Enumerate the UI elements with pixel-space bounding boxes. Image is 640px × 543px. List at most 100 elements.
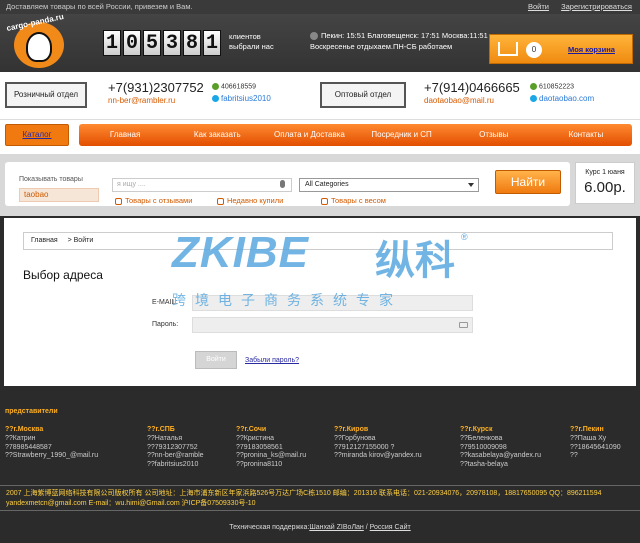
chevron-down-icon [468,183,474,187]
watermark-subtitle: 跨境电子商务系统专家 [172,292,402,308]
breadcrumb-current: > Войти [67,237,94,244]
nav-item-reviews[interactable]: Отзывы [448,124,540,146]
retail-qq-number: 406618559 [221,83,257,91]
forgot-password-link[interactable]: Забыли пароль? [245,357,299,364]
rep-name: ??Беленкова [460,434,503,442]
filter-reviews-label: Товары с отзывами [125,196,193,205]
category-value: All Categories [305,181,349,188]
checkbox-icon [217,197,224,205]
nav-item-payment-delivery[interactable]: Оплата и Доставка [263,124,355,146]
copyright-line-2: yandexmetcn@gmail.com E-mail：wu.himi@Gma… [6,500,256,507]
nav-item-how-to-order[interactable]: Как заказать [171,124,263,146]
microphone-icon[interactable] [280,180,285,188]
skype-icon [530,95,537,103]
rep-name: ??Катрин [5,434,36,442]
nav-item-contacts[interactable]: Контакты [540,124,632,146]
filter-weight-label: Товары с весом [331,196,386,205]
watermark-brand: ZKIBE [172,228,309,277]
rep-email[interactable]: ??Strawberry_1990_@mail.ru [5,452,109,461]
register-link[interactable]: Зарегистрироваться [561,2,632,11]
representatives-title: представители [5,408,58,415]
search-input[interactable]: я ищу .... [112,178,292,192]
rep-phone: ?79183058561 [236,443,283,451]
category-select[interactable]: All Categories [299,178,479,192]
rep-email[interactable]: ??pronina_ks@mail.ru [236,452,340,461]
rep-beijing: ??г.Пекин ??Паша Ху ??18645641090 ?? [570,426,638,461]
counter-digit: 8 [183,30,201,56]
contacts-bar: Розничный отдел +7(931)2307752 nn-ber@ra… [0,72,640,120]
nav-item-intermediary[interactable]: Посредник и СП [356,124,448,146]
tech-support: Техническая поддержка:Шанхай ZIBoЛан / Р… [0,524,640,531]
rep-skype: ??tasha-belaya [460,461,508,469]
cart-count: 0 [526,42,542,58]
filter-recent-label: Недавно купили [227,196,284,205]
cart-icon [498,42,518,56]
login-button[interactable]: Войти [195,351,237,369]
rep-city: ??г.Сочи [236,426,267,433]
auth-links: Войти Зарегистрироваться [518,0,632,14]
filter-with-reviews[interactable]: Товары с отзывами [115,196,192,205]
support-link-russia[interactable]: Россия Сайт [370,524,411,531]
top-bar: Доставляем товары по всей России, привез… [0,0,640,14]
qq-icon [530,83,537,90]
header: cargo-panda.ru 1 0 5 3 8 1 клиентов выбр… [0,12,640,72]
watermark-registered: ® [461,232,468,242]
breadcrumb: Главная > Войти [23,232,613,250]
rep-phone: ?78985448587 [5,443,52,451]
rep-city: ??г.Москва [5,426,44,433]
rep-sochi: ??г.Сочи ??Кристина ?79183058561 ??proni… [236,426,340,470]
rep-city: ??г.Пекин [570,426,604,433]
counter-digit: 1 [203,30,221,56]
password-label: Пароль: [152,321,179,328]
breadcrumb-home[interactable]: Главная [31,237,58,244]
search-panel: Показывать товары taobao я ищу .... All … [5,162,570,206]
wholesale-qq-number: 610852223 [539,83,575,91]
copyright-line-1: 2007 上海紫博蓝网络科技有限公司版权所有 公司地址：上海市浦东新区年家浜路5… [6,490,602,497]
support-link-shanghai[interactable]: Шанхай ZIBoЛан [309,524,363,531]
cart-label[interactable]: Моя корзина [568,45,615,54]
delivery-notice: Доставляем товары по всей России, привез… [6,2,193,11]
password-field[interactable] [192,317,473,333]
counter-digit: 3 [163,30,181,56]
source-label: Показывать товары [19,176,83,183]
counter-digit: 5 [143,30,161,56]
menu-bar: Главная Как заказать Оплата и Доставка П… [79,124,632,146]
work-schedule: Воскресенье отдыхаем.ПН-СБ работаем [310,42,453,51]
retail-email[interactable]: nn-ber@rambler.ru [108,96,175,105]
login-link[interactable]: Войти [528,2,549,11]
retail-dept-button[interactable]: Розничный отдел [5,82,87,108]
retail-skype: fabritsius2010 [212,94,271,103]
exchange-rate: Курс 1 юаня 6.00р. [575,162,635,204]
city-times: Пекин: 15:51 Благовещенск: 17:51 Москва:… [321,31,488,40]
watermark-chinese: 纵科 [375,239,455,283]
rate-label: Курс 1 юаня [585,169,625,176]
counter-digit: 0 [123,30,141,56]
wholesale-qq: 610852223 [530,83,574,90]
filter-with-weight[interactable]: Товары с весом [321,196,386,205]
retail-qq: 406618559 [212,83,256,90]
support-label: Техническая поддержка: [229,524,310,531]
wholesale-email[interactable]: daotaobao@mail.ru [424,96,494,105]
wholesale-phone: +7(914)0466665 [424,80,520,95]
rep-email[interactable]: ?? [570,452,638,461]
rep-kursk: ??г.Курск ??Беленкова ?79510009098 ??kas… [460,426,564,470]
rep-moscow: ??г.Москва ??Катрин ?78985448587 ??Straw… [5,426,109,461]
rep-name: ??Паша Ху [570,434,607,442]
catalog-button[interactable]: Каталог [5,124,69,146]
wholesale-skype: daotaobao.com [530,94,594,103]
cart-button[interactable]: 0 Моя корзина [489,34,633,64]
filter-recently-bought[interactable]: Недавно купили [217,196,283,205]
time-info: Пекин: 15:51 Благовещенск: 17:51 Москва:… [310,30,488,52]
panda-icon [26,32,52,62]
site-logo[interactable]: cargo-panda.ru [4,12,74,68]
wholesale-dept-button[interactable]: Оптовый отдел [320,82,406,108]
rep-phone: ?7912127155000 ? [334,443,395,451]
checkbox-icon [115,197,122,205]
rep-name: ??Кристина [236,434,275,442]
nav-item-home[interactable]: Главная [79,124,171,146]
rep-email[interactable]: ??mirandа kirov@yandex.ru [334,452,438,461]
rep-email[interactable]: ??kasabelaya@yandex.ru [460,452,564,461]
find-button[interactable]: Найти [495,170,561,194]
rep-phone: ?79510009098 [460,443,507,451]
source-select[interactable]: taobao [19,188,99,202]
